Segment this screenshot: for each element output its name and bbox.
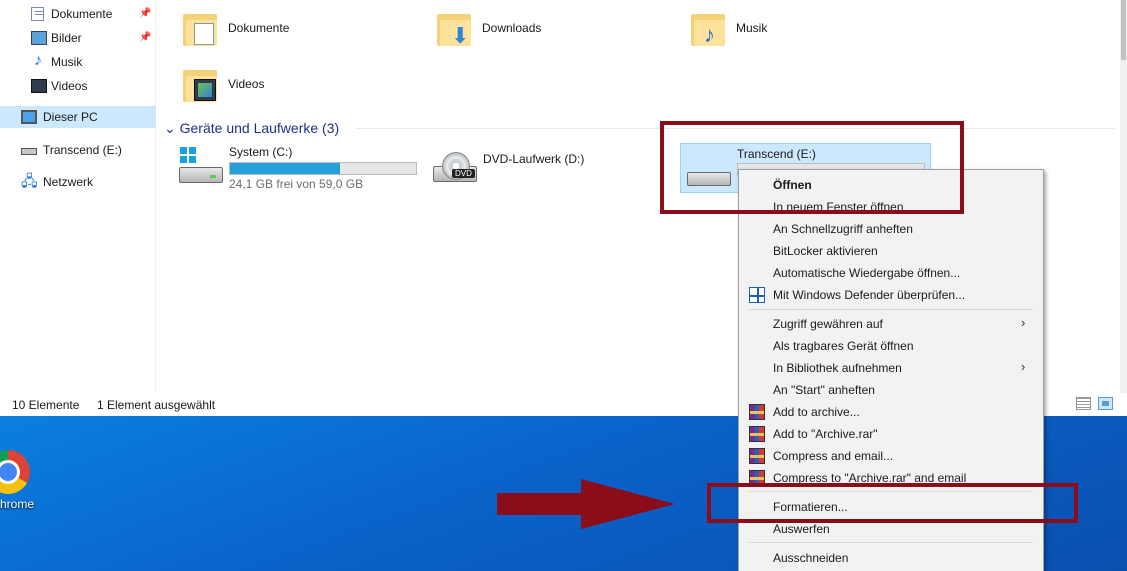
folder-label: Downloads [482, 21, 542, 35]
menu-item-5[interactable]: Mit Windows Defender überprüfen... [739, 284, 1043, 306]
chrome-shortcut-label[interactable]: hrome [0, 497, 34, 511]
menu-item-label: Add to archive... [773, 405, 860, 419]
sidebar-item-label: Dokumente [51, 7, 113, 21]
windows-logo-icon [180, 147, 196, 163]
menu-item-8[interactable]: In Bibliothek aufnehmen › [739, 357, 1043, 379]
documents-icon [31, 7, 44, 21]
arrow-shape [497, 479, 675, 529]
drive-free-space: 24,1 GB frei von 59,0 GB [229, 177, 364, 191]
devices-group-header[interactable]: ⌄ Geräte und Laufwerke (3) [164, 120, 339, 137]
sidebar-item-dokumente[interactable]: Dokumente 📌 [0, 3, 156, 25]
menu-item-label: An Schnellzugriff anheften [773, 222, 913, 236]
submenu-arrow-icon: › [1021, 315, 1026, 330]
devices-group-title: Geräte und Laufwerke (3) [179, 120, 340, 136]
drive-usage-bar [229, 162, 417, 175]
sidebar-item-bilder[interactable]: Bilder 📌 [0, 27, 156, 49]
drive-label: DVD-Laufwerk (D:) [483, 152, 585, 166]
documents-folder-icon [183, 10, 217, 46]
menu-item-9[interactable]: An "Start" anheften [739, 379, 1043, 401]
menu-item-7[interactable]: Als tragbares Gerät öffnen [739, 335, 1043, 357]
sidebar-item-dieser-pc[interactable]: Dieser PC [0, 106, 156, 128]
pictures-icon [31, 31, 47, 45]
dvd-badge: DVD [452, 169, 475, 178]
folder-label: Dokumente [228, 21, 290, 35]
menu-item-2[interactable]: An Schnellzugriff anheften [739, 218, 1043, 240]
this-pc-icon [21, 110, 37, 124]
folder-label: Musik [736, 21, 768, 35]
menu-item-label: Mit Windows Defender überprüfen... [773, 288, 966, 302]
annotation-arrow [497, 479, 675, 529]
network-icon: 🖧 [21, 173, 38, 190]
music-icon: ♪ [34, 52, 42, 69]
sidebar-item-label: Netzwerk [43, 175, 94, 189]
menu-item-label: Ausschneiden [773, 551, 849, 565]
sidebar-item-videos[interactable]: Videos [0, 75, 156, 97]
folder-dokumente[interactable]: Dokumente [183, 8, 433, 58]
chevron-down-icon[interactable]: ⌄ [164, 120, 176, 136]
menu-item-label: Zugriff gewähren auf [773, 317, 883, 331]
sidebar-item-label: Transcend (E:) [43, 143, 122, 157]
menu-item-label: Als tragbares Gerät öffnen [773, 339, 914, 353]
scroll-thumb[interactable] [1121, 0, 1126, 60]
navigation-pane: Dokumente 📌 Bilder 📌 ♪ Musik Videos Dies… [0, 0, 156, 393]
usb-drive-icon [21, 148, 37, 155]
sidebar-item-label: Musik [51, 55, 83, 69]
folder-musik[interactable]: ♪ Musik [691, 8, 941, 58]
menu-separator [749, 542, 1033, 543]
menu-item-12[interactable]: Compress and email... [739, 445, 1043, 467]
videos-folder-icon [183, 66, 217, 102]
menu-item-3[interactable]: BitLocker aktivieren [739, 240, 1043, 262]
drive-system-c[interactable]: System (C:) 24,1 GB frei von 59,0 GB [179, 145, 419, 197]
folder-downloads[interactable]: ⬇ Downloads [437, 8, 687, 58]
sidebar-item-label: Bilder [51, 31, 82, 45]
folder-videos[interactable]: Videos [183, 64, 433, 114]
videos-icon [31, 79, 47, 93]
menu-item-4[interactable]: Automatische Wiedergabe öffnen... [739, 262, 1043, 284]
details-view-icon[interactable] [1076, 397, 1091, 410]
winrar-icon [749, 448, 765, 464]
drive-usage-fill [230, 163, 340, 174]
sidebar-item-transcend[interactable]: Transcend (E:) [0, 139, 156, 161]
pin-icon[interactable]: 📌 [139, 8, 151, 19]
menu-item-label: BitLocker aktivieren [773, 244, 878, 258]
drive-dvd-d[interactable]: DVD DVD-Laufwerk (D:) [433, 152, 633, 204]
downloads-folder-icon: ⬇ [437, 10, 471, 47]
windows-defender-icon [749, 287, 765, 303]
chrome-desktop-shortcut[interactable] [0, 450, 30, 494]
sidebar-item-label: Videos [51, 79, 88, 93]
winrar-icon [749, 404, 765, 420]
chrome-icon [0, 450, 30, 494]
menu-item-11[interactable]: Add to "Archive.rar" [739, 423, 1043, 445]
menu-item-label: Auswerfen [773, 522, 830, 536]
music-folder-icon: ♪ [691, 10, 725, 46]
highlight-box-drive [660, 121, 964, 214]
selection-count: 1 Element ausgewählt [97, 398, 216, 412]
menu-item-label: Compress and email... [773, 449, 894, 463]
highlight-box-format [707, 483, 1078, 523]
tiles-view-icon[interactable] [1098, 397, 1113, 410]
winrar-icon [749, 426, 765, 442]
menu-item-16[interactable]: Ausschneiden [739, 547, 1043, 569]
menu-item-6[interactable]: Zugriff gewähren auf › [739, 313, 1043, 335]
scrollbar[interactable] [1120, 0, 1127, 393]
sidebar-item-label: Dieser PC [43, 110, 98, 124]
menu-item-label: An "Start" anheften [773, 383, 875, 397]
menu-item-10[interactable]: Add to archive... [739, 401, 1043, 423]
menu-item-label: Automatische Wiedergabe öffnen... [773, 266, 961, 280]
item-count: 10 Elemente [12, 398, 80, 412]
menu-separator [749, 309, 1033, 310]
folder-label: Videos [228, 77, 265, 91]
menu-item-label: Add to "Archive.rar" [773, 427, 878, 441]
sidebar-item-musik[interactable]: ♪ Musik [0, 51, 156, 73]
pin-icon[interactable]: 📌 [139, 32, 151, 43]
menu-item-label: In Bibliothek aufnehmen [773, 361, 902, 375]
submenu-arrow-icon: › [1021, 359, 1026, 374]
hard-drive-icon [179, 167, 223, 183]
sidebar-item-netzwerk[interactable]: 🖧 Netzwerk [0, 171, 156, 193]
drive-label: System (C:) [229, 145, 293, 159]
